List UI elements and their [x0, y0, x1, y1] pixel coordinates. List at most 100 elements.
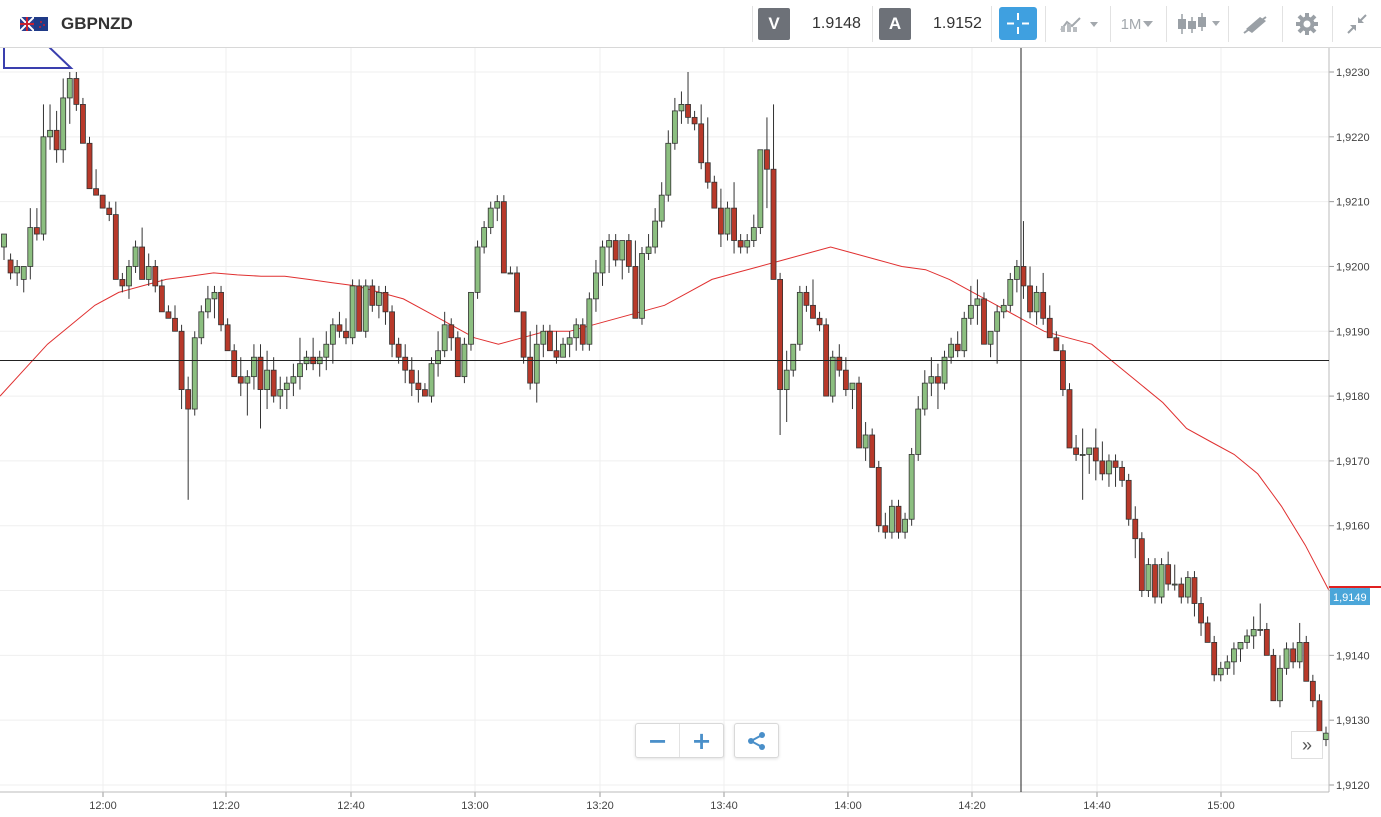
candle-down [553, 350, 560, 358]
y-tick-label: 1,9230 [1336, 67, 1370, 79]
candle-down [520, 311, 527, 358]
candle-down [356, 285, 363, 332]
candle-up [1, 233, 7, 248]
candle-down [231, 350, 238, 378]
price-chart[interactable]: 1,9230 1,9220 1,9210 1,9200 1,9190 1,9180 1,91… [0, 48, 1381, 817]
y-tick-label: 1,9130 [1336, 715, 1370, 727]
candle-down [7, 259, 14, 274]
candle-up [678, 104, 685, 112]
candle-down [185, 389, 192, 410]
candle-down [1099, 460, 1106, 475]
crosshair-icon [1007, 13, 1029, 34]
candle-up [1277, 667, 1283, 702]
candle-up [889, 505, 895, 533]
timeframe-label: 1M [1120, 15, 1142, 33]
candle-down [810, 304, 816, 319]
candle-up [757, 149, 764, 228]
candle-up [796, 291, 803, 345]
candle-up [829, 356, 836, 397]
share-button[interactable] [735, 724, 778, 757]
candle-down [53, 129, 60, 151]
candle-down [99, 194, 106, 209]
y-tick-label: 1,9200 [1336, 261, 1370, 273]
candle-down [336, 324, 343, 332]
candle-down [1119, 466, 1126, 481]
draw-tool-button[interactable] [1232, 6, 1278, 42]
symbol-title[interactable]: GBPNZD [61, 14, 133, 34]
candle-down [422, 389, 428, 397]
candle-down [1132, 518, 1139, 540]
triangle-drawing [3, 48, 74, 69]
x-tick-label: 13:20 [586, 800, 614, 812]
candle-down [895, 505, 902, 533]
zoom-in-button[interactable]: + [679, 724, 723, 757]
grid [0, 48, 1329, 792]
x-tick-label: 12:00 [89, 800, 117, 812]
candle-down [882, 525, 889, 533]
candle-down [448, 324, 455, 339]
candle-down [500, 201, 507, 274]
candle-up [494, 201, 501, 209]
candle-up [468, 291, 474, 345]
candle-down [1046, 317, 1053, 339]
candle-up [126, 266, 132, 287]
candle-up [1013, 266, 1020, 280]
candle-down [382, 291, 389, 313]
collapse-button[interactable] [1336, 6, 1378, 42]
candle-up [619, 240, 626, 261]
candle-up [20, 266, 27, 280]
candle-up [639, 253, 645, 319]
x-tick-label: 14:20 [958, 800, 986, 812]
candle-up [652, 220, 659, 248]
moving-average-layer [0, 246, 1330, 591]
candle-down [1073, 447, 1079, 455]
candle-up [928, 376, 935, 384]
candle-up [191, 337, 198, 410]
candle-up [1237, 642, 1244, 650]
collapse-arrows-icon [1347, 14, 1367, 34]
ask-price-box[interactable]: A 1.9152 [879, 6, 982, 42]
candle-up [573, 324, 580, 339]
candle-down [685, 104, 691, 118]
y-tick-label: 1,9210 [1336, 197, 1370, 209]
chart-type-button[interactable] [1052, 6, 1107, 42]
scroll-right-button[interactable]: » [1291, 731, 1323, 759]
candle-down [172, 317, 178, 332]
candle-down [803, 291, 810, 306]
candles-layer [1, 72, 1329, 747]
y-tick-label: 1,9140 [1336, 650, 1370, 662]
candle-down [691, 116, 698, 125]
candle-up [349, 285, 356, 339]
candle-up [323, 343, 330, 358]
chevron-down-icon [1143, 21, 1154, 27]
crosshair-button[interactable] [999, 7, 1037, 40]
ask-value: 1.9152 [933, 15, 982, 32]
candle-down [698, 123, 705, 164]
candle-down [1211, 642, 1218, 676]
x-tick-label: 13:00 [461, 800, 489, 812]
candle-down [33, 227, 40, 235]
x-tick-label: 15:00 [1207, 800, 1235, 812]
toolbar-divider [991, 6, 992, 42]
moving-average-line [0, 246, 1330, 591]
candle-up [921, 382, 928, 410]
candle-up [665, 142, 672, 196]
zoom-out-button[interactable]: − [636, 724, 679, 757]
candle-down [856, 382, 862, 449]
settings-button[interactable] [1286, 6, 1328, 42]
candle-up [1079, 454, 1086, 456]
candle-style-button[interactable] [1170, 6, 1226, 42]
candle-down [1138, 538, 1145, 591]
chart-type-icon [1059, 17, 1098, 32]
candle-down [711, 181, 718, 209]
candle-down [1020, 266, 1027, 287]
candle-down [737, 240, 744, 248]
candle-down [454, 337, 461, 378]
timeframe-dropdown[interactable]: 1M [1112, 6, 1164, 42]
bid-price-box[interactable]: V 1.9148 [758, 6, 861, 42]
candle-down [270, 369, 277, 397]
y-tick-label: 1,9170 [1336, 456, 1370, 468]
candle-up [1224, 661, 1231, 669]
candle-down [1112, 460, 1119, 468]
candle-down [73, 78, 80, 105]
